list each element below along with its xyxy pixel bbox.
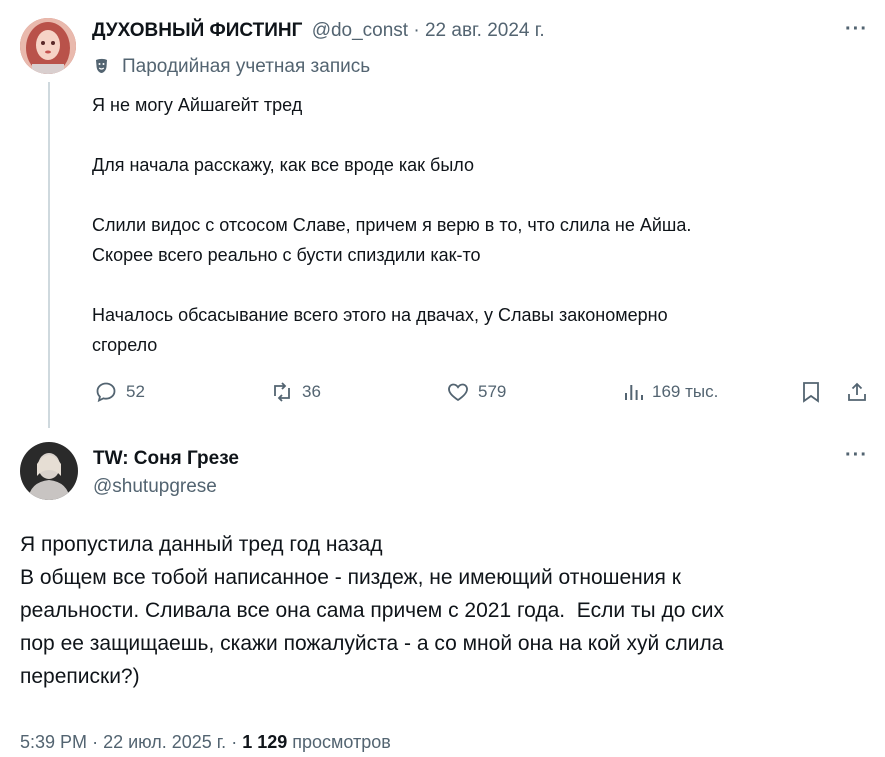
repost-count: 36 [302,382,321,401]
like-count: 579 [478,382,507,401]
views-count: 169 тыс. [652,382,719,401]
post1-line: Началось обсасывание всего этого на двач… [92,305,668,325]
post2-time[interactable]: 5:39 PM [20,732,87,752]
post2-line: переписки?) [20,665,140,688]
share-icon [845,380,869,404]
avatar-image [20,18,76,74]
post2-views-label: просмотров [292,732,391,752]
post1-line: Я не могу Айшагейт тред [92,95,303,115]
post2-more-button[interactable]: ··· [845,444,868,467]
avatar[interactable] [20,442,78,500]
thread-connector-line [48,82,50,428]
reply-icon [94,380,118,404]
post1-date[interactable]: 22 авг. 2024 г. [425,20,545,41]
bookmark-icon [800,380,822,404]
post2-line: реальности. Сливала все она сама причем … [20,599,724,622]
avatar[interactable] [20,18,76,74]
post2-views-count: 1 129 [242,732,288,752]
analytics-icon [622,380,646,404]
post1-line: Слили видос с отсосом Славе, причем я ве… [92,215,692,235]
post1-handle[interactable]: @do_const [312,20,408,41]
like-button[interactable]: 579 [446,380,506,404]
post1-header: ДУХОВНЫЙ ФИСТИНГ @do_const · 22 авг. 202… [92,20,545,42]
post2-handle[interactable]: @shutupgrese [93,476,217,498]
reply-count: 52 [126,382,145,401]
post2-meta: 5:39 PM · 22 июл. 2025 г. · 1 129 просмо… [20,732,391,753]
meta-separator: · [231,732,238,752]
post1-line: Для начала расскажу, как все вроде как б… [92,155,474,175]
avatar-image [20,442,78,500]
repost-button[interactable]: 36 [270,380,321,404]
post1-separator: · [413,20,420,41]
post2-line: В общем все тобой написанное - пиздеж, н… [20,566,681,589]
post2-body: Я пропустила данный тред год назад В общ… [20,528,870,693]
parody-label-text: Пародийная учетная запись [122,56,371,77]
views-button[interactable]: 169 тыс. [622,380,718,404]
repost-icon [270,380,294,404]
post1-more-button[interactable]: ··· [845,18,868,41]
meta-separator: · [92,732,99,752]
post2-line: пор ее защищаешь, скажи пожалуйста - а с… [20,632,724,655]
parody-label: Пародийная учетная запись [94,56,370,78]
post1-display-name[interactable]: ДУХОВНЫЙ ФИСТИНГ [92,20,302,41]
post2-display-name[interactable]: TW: Соня Грезе [93,448,239,470]
share-button[interactable] [845,380,869,404]
theater-masks-icon [94,57,114,77]
post1-line: Скорее всего реально с бусти спиздили ка… [92,245,481,265]
post1-body: Я не могу Айшагейт тред Для начала расск… [92,90,852,360]
post2-date[interactable]: 22 июл. 2025 г. [103,732,226,752]
reply-button[interactable]: 52 [94,380,145,404]
post1-line: сгорело [92,335,158,355]
post2-line: Я пропустила данный тред год назад [20,533,383,556]
bookmark-button[interactable] [800,380,822,404]
heart-icon [446,380,470,404]
